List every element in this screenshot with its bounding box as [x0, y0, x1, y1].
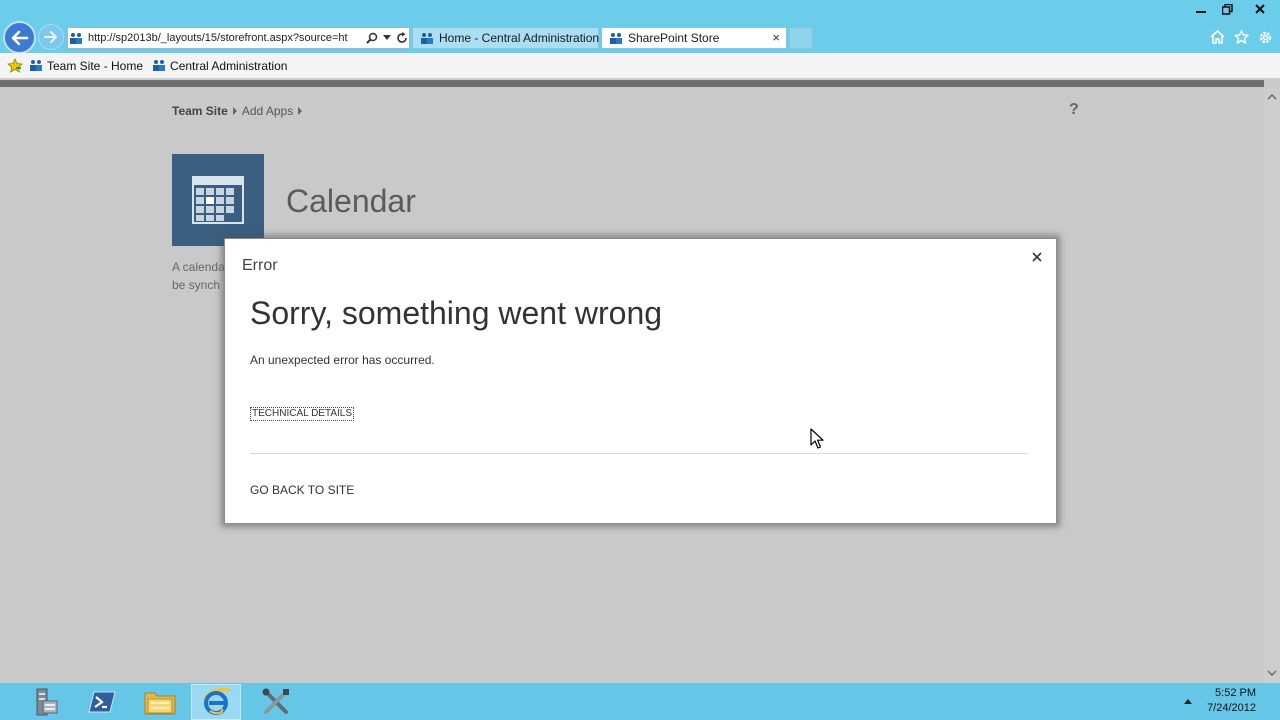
sharepoint-site-icon	[419, 30, 435, 46]
app-title: Calendar	[286, 183, 416, 219]
chevron-down-icon	[382, 35, 391, 40]
dialog-title: Error	[242, 257, 278, 274]
server-manager-icon	[36, 688, 58, 716]
sharepoint-site-icon	[608, 30, 624, 46]
chevron-up-icon	[1184, 698, 1192, 704]
dialog-close-button[interactable]	[1029, 249, 1045, 265]
browser-tools	[1208, 27, 1274, 47]
taskbar-server-manager[interactable]	[18, 684, 68, 720]
tab-label: Home - Central Administration	[439, 31, 600, 45]
tab-label: SharePoint Store	[628, 31, 720, 45]
favorite-label: Team Site - Home	[47, 58, 144, 73]
scroll-up-icon[interactable]	[1266, 91, 1278, 103]
refresh-icon	[396, 32, 407, 43]
favorite-central-administration[interactable]: Central Administration	[151, 58, 287, 74]
tab-close-icon[interactable]: ×	[772, 31, 780, 45]
app-description-line: A calenda	[172, 260, 224, 274]
favorite-label: Central Administration	[170, 58, 288, 73]
address-bar[interactable]: http://sp2013b/_layouts/15/storefront.as…	[67, 27, 410, 49]
search-button[interactable]	[364, 28, 379, 48]
taskbar-powershell[interactable]	[77, 684, 127, 720]
sharepoint-site-icon	[28, 58, 44, 74]
tools-icon	[262, 688, 289, 714]
help-icon[interactable]: ?	[1069, 101, 1079, 119]
star-icon	[1233, 30, 1249, 44]
close-icon	[1032, 252, 1042, 262]
sharepoint-site-icon	[68, 30, 84, 46]
minimize-icon	[1196, 11, 1206, 13]
taskbar-file-explorer[interactable]	[135, 684, 185, 720]
restore-button[interactable]	[1214, 0, 1240, 18]
folder-icon	[144, 692, 176, 715]
technical-details-link[interactable]: TECHNICAL DETAILS	[250, 407, 355, 421]
back-arrow-icon	[11, 30, 28, 45]
powershell-icon	[88, 691, 116, 713]
breadcrumb-separator-icon	[232, 107, 237, 115]
back-button[interactable]	[3, 21, 36, 54]
calendar-app-tile	[172, 154, 264, 246]
refresh-button[interactable]	[394, 28, 409, 48]
home-icon	[1209, 30, 1225, 44]
window-controls	[1188, 0, 1280, 18]
sharepoint-suite-bar	[0, 80, 1264, 87]
mouse-cursor-icon	[810, 428, 824, 449]
address-url[interactable]: http://sp2013b/_layouts/15/storefront.as…	[84, 32, 364, 44]
clock-date: 7/24/2012	[1207, 702, 1256, 714]
favorites-bar: Team Site - Home Central Administration	[0, 53, 1280, 79]
favorites-star-icon[interactable]	[6, 57, 24, 75]
favorite-team-site-home[interactable]: Team Site - Home	[28, 58, 143, 74]
go-back-to-site-link[interactable]: GO BACK TO SITE	[250, 483, 354, 497]
forward-arrow-icon	[44, 31, 57, 43]
sharepoint-site-icon	[151, 58, 167, 74]
taskbar-internet-explorer[interactable]	[191, 684, 241, 720]
scroll-down-icon[interactable]	[1266, 667, 1278, 679]
new-tab-button[interactable]	[789, 27, 813, 49]
show-hidden-icons-button[interactable]	[1183, 696, 1193, 706]
page-scrollbar[interactable]	[1264, 87, 1280, 683]
tab-central-administration[interactable]: Home - Central Administration	[412, 27, 599, 49]
error-message: An unexpected error has occurred.	[250, 353, 435, 367]
taskbar-admin-tools[interactable]	[251, 684, 301, 720]
home-button[interactable]	[1208, 27, 1226, 47]
calendar-icon	[192, 176, 244, 224]
breadcrumb-team-site[interactable]: Team Site	[172, 104, 228, 118]
system-clock[interactable]: 5:52 PM 7/24/2012	[1207, 686, 1256, 716]
restore-icon	[1221, 3, 1233, 15]
breadcrumb-add-apps[interactable]: Add Apps	[242, 104, 293, 118]
tools-button[interactable]	[1256, 27, 1274, 47]
minimize-button[interactable]	[1188, 0, 1214, 18]
app-description: A calenda be synch	[172, 258, 224, 294]
gear-icon	[1259, 31, 1271, 43]
internet-explorer-icon	[203, 687, 231, 715]
dialog-divider	[250, 453, 1028, 454]
tab-sharepoint-store[interactable]: SharePoint Store ×	[601, 27, 787, 49]
favorites-button[interactable]	[1232, 27, 1250, 47]
app-description-line: be synch	[172, 278, 221, 292]
address-dropdown-button[interactable]	[379, 28, 394, 48]
breadcrumb: Team Site Add Apps	[172, 104, 307, 118]
close-window-button[interactable]	[1240, 0, 1280, 18]
breadcrumb-separator-icon	[298, 107, 303, 115]
taskbar	[0, 683, 1280, 720]
clock-time: 5:52 PM	[1215, 687, 1256, 699]
forward-button[interactable]	[38, 24, 64, 50]
search-icon	[365, 32, 377, 44]
error-heading: Sorry, something went wrong	[250, 295, 663, 331]
close-icon	[1255, 4, 1265, 14]
error-dialog: Error Sorry, something went wrong An une…	[224, 238, 1057, 524]
browser-chrome: http://sp2013b/_layouts/15/storefront.as…	[0, 0, 1280, 79]
